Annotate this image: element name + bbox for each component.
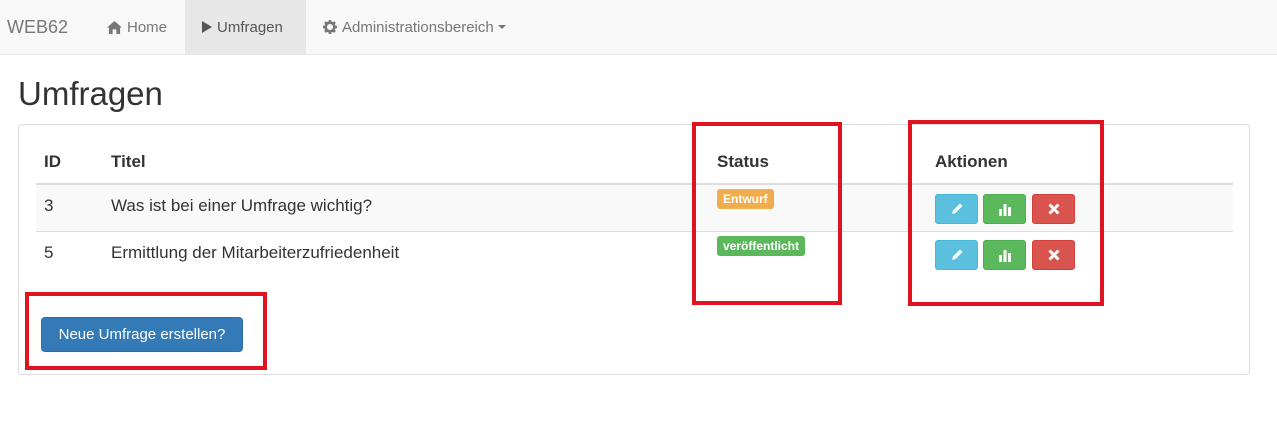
page-title: Umfragen <box>18 75 163 112</box>
navbar: WEB62 Home Umfragen Administrationsberei… <box>0 0 1277 55</box>
column-header-titel: Titel <box>111 152 146 171</box>
nav-item-home[interactable]: Home <box>91 0 183 54</box>
nav-item-umfragen-label: Umfragen <box>217 18 283 36</box>
row-title: Was ist bei einer Umfrage wichtig? <box>111 196 373 215</box>
nav-item-administrationsbereich-label: Administrationsbereich <box>342 18 494 36</box>
gear-icon <box>323 20 337 34</box>
caret-down-icon <box>497 25 506 29</box>
new-survey-highlight-box <box>25 292 267 370</box>
navbar-brand[interactable]: WEB62 <box>7 17 68 38</box>
status-highlight-box <box>692 122 842 305</box>
row-id: 3 <box>44 196 54 215</box>
actions-highlight-box <box>908 120 1104 306</box>
nav-item-administrationsbereich[interactable]: Administrationsbereich <box>307 0 522 54</box>
row-title: Ermittlung der Mitarbeiterzufriedenheit <box>111 243 400 262</box>
play-icon <box>202 21 212 33</box>
nav-item-umfragen[interactable]: Umfragen <box>185 0 306 54</box>
column-header-id: ID <box>44 152 61 171</box>
row-id: 5 <box>44 243 54 262</box>
home-icon <box>107 20 122 34</box>
nav-item-home-label: Home <box>127 18 168 36</box>
